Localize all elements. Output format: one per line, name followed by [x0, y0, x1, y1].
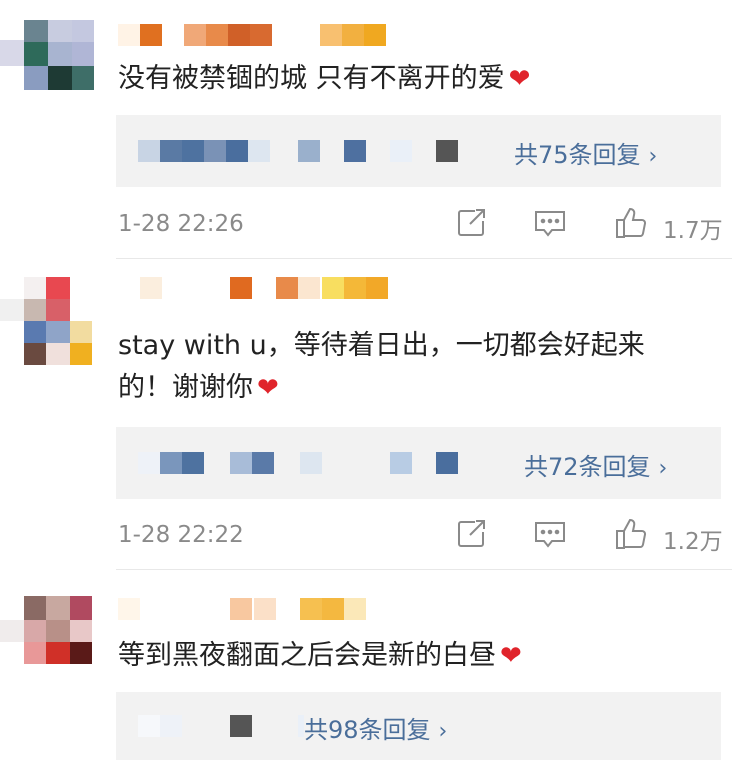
username[interactable] — [118, 24, 398, 46]
avatar[interactable] — [0, 20, 95, 115]
comment-text-content: 没有被禁锢的城 只有不离开的爱 — [118, 63, 505, 94]
reply-preview[interactable]: 共75条回复 › — [116, 115, 721, 187]
reply-preview[interactable]: 共98条回复 › — [116, 692, 721, 760]
share-icon[interactable] — [453, 516, 489, 552]
reply-count-label: 共98条回复 — [304, 716, 431, 744]
timestamp: 1-28 22:26 — [118, 211, 244, 237]
comment-text: 没有被禁锢的城 只有不离开的爱 ❤ — [118, 58, 718, 100]
avatar[interactable] — [0, 596, 95, 691]
comment-text-content: 等到黑夜翻面之后会是新的白昼 — [118, 640, 496, 671]
chevron-right-icon: › — [648, 144, 658, 169]
comment-text: 等到黑夜翻面之后会是新的白昼 ❤ — [118, 635, 718, 677]
comment-item: 没有被禁锢的城 只有不离开的爱 ❤ 共75条回复 › 1-28 22:26 1.7万 — [0, 0, 732, 258]
heart-emoji: ❤ — [508, 64, 531, 94]
heart-emoji: ❤ — [500, 641, 522, 671]
like-count: 1.7万 — [663, 218, 723, 244]
comment-item: 等到黑夜翻面之后会是新的白昼 ❤ 共98条回复 › — [0, 570, 732, 768]
comment-text-content: 的！谢谢你 — [118, 372, 253, 403]
comment-icon[interactable] — [532, 516, 568, 552]
chevron-right-icon: › — [438, 719, 448, 744]
reply-count-label: 共72条回复 — [524, 453, 651, 481]
comment-text: stay with u，等待着日出，一切都会好起来 的！谢谢你 ❤ — [118, 325, 718, 409]
like-icon[interactable] — [613, 516, 649, 552]
comment-text-line: 的！谢谢你 ❤ — [118, 367, 718, 409]
timestamp: 1-28 22:22 — [118, 522, 244, 548]
avatar[interactable] — [0, 277, 95, 372]
comment-text-line: stay with u，等待着日出，一切都会好起来 — [118, 330, 645, 361]
comment-icon[interactable] — [532, 205, 568, 241]
reply-count-link[interactable]: 共98条回复 › — [304, 710, 447, 745]
reply-preview[interactable]: 共72条回复 › — [116, 427, 721, 499]
username[interactable] — [118, 598, 378, 620]
like-icon[interactable] — [613, 205, 649, 241]
comment-meta: 1-28 22:22 1.2万 — [118, 516, 723, 556]
heart-emoji: ❤ — [257, 373, 279, 403]
comment-item: stay with u，等待着日出，一切都会好起来 的！谢谢你 ❤ 共72条回复 ›… — [0, 259, 732, 569]
chevron-right-icon: › — [658, 456, 668, 481]
comment-meta: 1-28 22:26 1.7万 — [118, 205, 723, 245]
reply-count-link[interactable]: 共72条回复 › — [524, 447, 667, 482]
share-icon[interactable] — [453, 205, 489, 241]
reply-count-label: 共75条回复 — [514, 141, 641, 169]
username[interactable] — [118, 277, 398, 299]
reply-count-link[interactable]: 共75条回复 › — [514, 135, 657, 170]
like-count: 1.2万 — [663, 529, 723, 555]
